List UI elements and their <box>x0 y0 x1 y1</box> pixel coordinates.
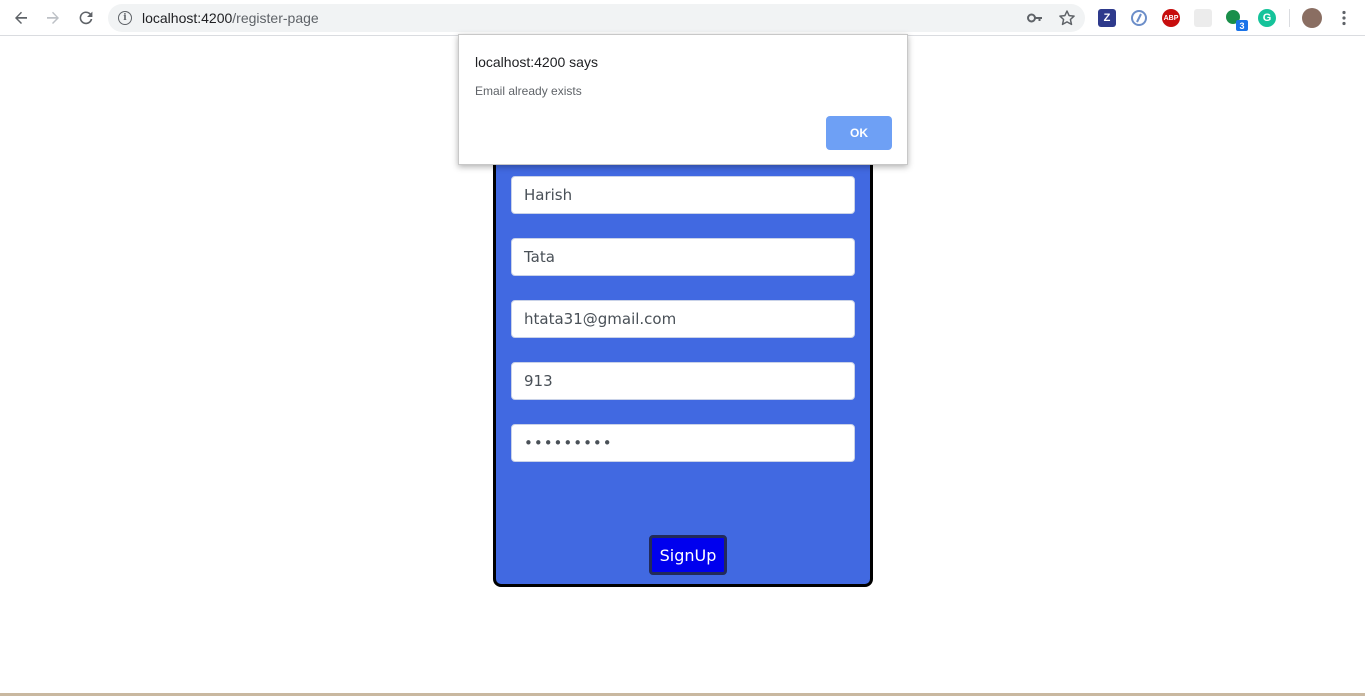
forward-icon[interactable] <box>41 6 65 30</box>
grammarly-extension-icon[interactable]: G <box>1258 9 1276 27</box>
url-path: /register-page <box>232 10 319 26</box>
signup-button[interactable]: SignUp <box>649 535 727 575</box>
last-name-field[interactable]: Tata <box>511 238 855 276</box>
reload-icon[interactable] <box>74 6 98 30</box>
first-name-field[interactable]: Harish <box>511 176 855 214</box>
browser-toolbar: i localhost:4200/register-page Z ABP 3 G <box>0 0 1365 36</box>
alert-dialog: localhost:4200 says Email already exists… <box>458 34 908 165</box>
email-field[interactable]: htata31@gmail.com <box>511 300 855 338</box>
alert-title: localhost:4200 says <box>475 54 598 70</box>
url-host: localhost:4200 <box>142 10 233 26</box>
password-field[interactable]: ••••••••• <box>511 424 855 462</box>
alert-ok-button[interactable]: OK <box>826 116 892 150</box>
url-text[interactable]: localhost:4200/register-page <box>142 10 319 26</box>
alert-message: Email already exists <box>475 84 582 98</box>
back-icon[interactable] <box>9 6 33 30</box>
generic-extension-icon[interactable] <box>1194 9 1212 27</box>
extension-badge-count: 3 <box>1236 20 1248 31</box>
site-info-icon[interactable]: i <box>118 11 132 25</box>
menu-kebab-icon[interactable] <box>1332 6 1356 30</box>
toolbar-divider <box>1289 9 1290 27</box>
adblock-extension-icon[interactable]: ABP <box>1162 9 1180 27</box>
phone-field[interactable]: 913 <box>511 362 855 400</box>
profile-avatar[interactable] <box>1302 8 1322 28</box>
ie-tab-extension-icon[interactable] <box>1130 9 1148 27</box>
key-icon[interactable] <box>1026 9 1044 27</box>
address-bar[interactable]: i localhost:4200/register-page <box>108 4 1085 32</box>
bookmark-star-icon[interactable] <box>1058 9 1076 27</box>
zotero-extension-icon[interactable]: Z <box>1098 9 1116 27</box>
